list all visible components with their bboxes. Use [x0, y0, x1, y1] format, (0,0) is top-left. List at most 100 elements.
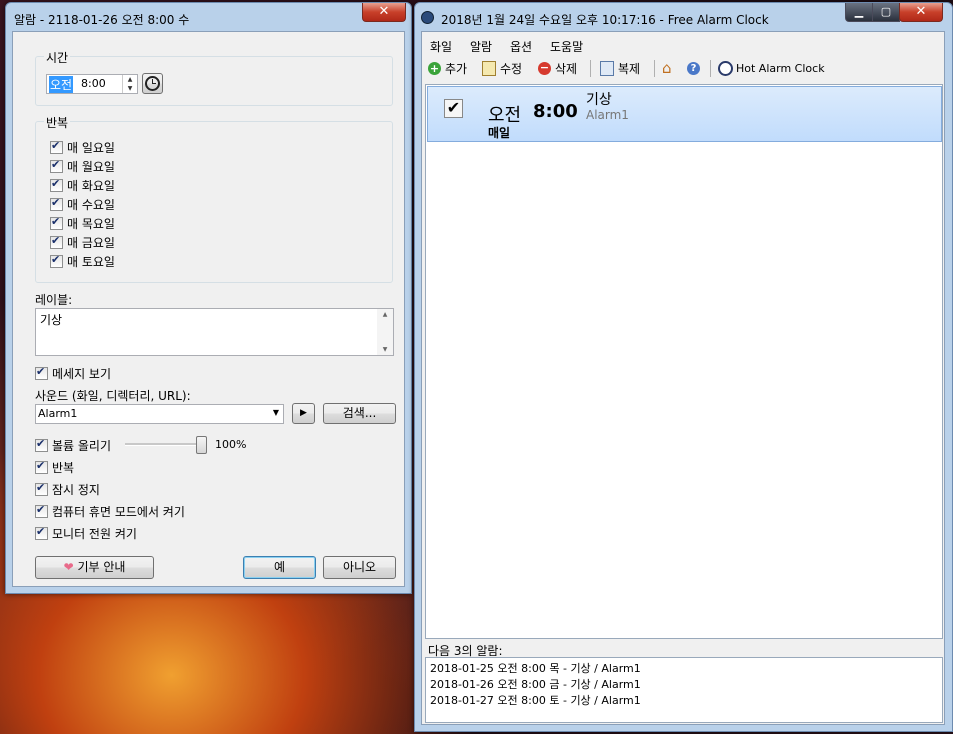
- alarm-enabled-check-icon[interactable]: ✔: [444, 99, 463, 118]
- monitor-on-checkbox[interactable]: 모니터 전원 켜기: [35, 525, 137, 542]
- scroll-up-icon[interactable]: ▲: [377, 311, 393, 318]
- sound-combobox[interactable]: Alarm1 ▼: [35, 404, 284, 424]
- sound-caption: 사운드 (화일, 디렉터리, URL):: [35, 389, 191, 403]
- edit-icon: [482, 60, 496, 76]
- label-textarea[interactable]: 기상 ▲ ▼: [35, 308, 394, 356]
- maximize-button[interactable]: ▢: [872, 3, 900, 22]
- checkbox-box[interactable]: [50, 253, 63, 268]
- time-spinner[interactable]: ▲ ▼: [122, 75, 137, 93]
- dropdown-arrow-icon[interactable]: ▼: [273, 408, 279, 417]
- menu-bar: 화일 알람 옵션 도움말: [422, 38, 944, 56]
- alarm-clock-icon: [718, 60, 733, 76]
- alarm-label: 기상: [586, 92, 612, 108]
- checkbox-box[interactable]: [50, 234, 63, 249]
- day-sunday-checkbox[interactable]: 매 일요일: [50, 139, 115, 156]
- next-alarms-list: 2018-01-25 오전 8:00 목 - 기상 / Alarm1 2018-…: [425, 657, 943, 723]
- checkbox-box[interactable]: [50, 215, 63, 230]
- sound-value[interactable]: Alarm1: [38, 407, 77, 420]
- copy-label: 복제: [618, 61, 641, 76]
- show-message-checkbox[interactable]: 메세지 보기: [35, 365, 111, 382]
- time-value[interactable]: 8:00: [81, 77, 106, 90]
- dialog-title: 알람 - 2118-01-26 오전 8:00 수: [14, 13, 190, 27]
- label-scrollbar[interactable]: ▲ ▼: [377, 309, 393, 355]
- menu-alarm[interactable]: 알람: [470, 38, 492, 55]
- day-label: 매 화요일: [67, 179, 115, 193]
- day-label: 매 수요일: [67, 198, 115, 212]
- hot-alarm-clock-button[interactable]: Hot Alarm Clock: [718, 58, 825, 78]
- ok-button[interactable]: 예: [243, 556, 316, 579]
- checkbox-box[interactable]: [35, 459, 48, 474]
- dialog-titlebar[interactable]: 알람 - 2118-01-26 오전 8:00 수 ✕: [6, 3, 411, 33]
- day-thursday-checkbox[interactable]: 매 목요일: [50, 215, 115, 232]
- main-titlebar[interactable]: 2018년 1월 24일 수요일 오후 10:17:16 - Free Alar…: [415, 3, 952, 33]
- day-label: 매 목요일: [67, 217, 115, 231]
- menu-options[interactable]: 옵션: [510, 38, 532, 55]
- main-client: 화일 알람 옵션 도움말 + 추가 수정 − 삭제 복제 ⌂ ? Hot Ala…: [421, 31, 945, 725]
- menu-help[interactable]: 도움말: [550, 38, 583, 55]
- main-close-button[interactable]: ✕: [899, 3, 943, 22]
- play-sound-button[interactable]: ▶: [292, 403, 315, 424]
- next-alarm-item: 2018-01-26 오전 8:00 금 - 기상 / Alarm1: [430, 678, 641, 691]
- main-title: 2018년 1월 24일 수요일 오후 10:17:16 - Free Alar…: [441, 13, 769, 27]
- delete-button[interactable]: − 삭제: [538, 58, 577, 78]
- spin-up-icon[interactable]: ▲: [123, 75, 137, 84]
- heart-icon: ❤: [63, 560, 74, 574]
- time-group-label: 시간: [44, 49, 71, 66]
- add-icon: +: [428, 61, 441, 75]
- slider-thumb[interactable]: [196, 436, 207, 454]
- cancel-button[interactable]: 아니오: [323, 556, 396, 579]
- minimize-button[interactable]: ▁: [845, 3, 873, 22]
- wake-computer-checkbox[interactable]: 컴퓨터 휴면 모드에서 켜기: [35, 503, 185, 520]
- snooze-checkbox[interactable]: 잠시 정지: [35, 481, 100, 498]
- volume-slider[interactable]: [125, 434, 207, 454]
- checkbox-box[interactable]: [50, 139, 63, 154]
- time-ampm[interactable]: 오전: [49, 76, 74, 93]
- help-icon: ?: [687, 61, 700, 75]
- volume-percent: 100%: [215, 438, 247, 451]
- repeat-checkbox[interactable]: 반복: [35, 459, 74, 476]
- scroll-down-icon[interactable]: ▼: [377, 346, 393, 353]
- day-monday-checkbox[interactable]: 매 월요일: [50, 158, 115, 175]
- edit-button[interactable]: 수정: [482, 58, 522, 78]
- checkbox-box[interactable]: [35, 437, 48, 452]
- snooze-label: 잠시 정지: [52, 483, 100, 497]
- monitor-on-label: 모니터 전원 켜기: [52, 527, 137, 541]
- day-friday-checkbox[interactable]: 매 금요일: [50, 234, 115, 251]
- home-button[interactable]: ⌂: [662, 58, 672, 78]
- donate-button[interactable]: ❤ 기부 안내: [35, 556, 154, 579]
- day-wednesday-checkbox[interactable]: 매 수요일: [50, 196, 115, 213]
- show-message-label: 메세지 보기: [52, 367, 112, 381]
- browse-button[interactable]: 검색...: [323, 403, 396, 424]
- clock-button[interactable]: [142, 73, 163, 94]
- slider-track: [125, 443, 207, 446]
- checkbox-box[interactable]: [35, 481, 48, 496]
- alarm-row[interactable]: ✔ 오전 8:00 매일 기상 Alarm1: [427, 86, 942, 142]
- checkbox-box[interactable]: [50, 158, 63, 173]
- day-tuesday-checkbox[interactable]: 매 화요일: [50, 177, 115, 194]
- delete-label: 삭제: [555, 61, 578, 76]
- delete-icon: −: [538, 60, 551, 75]
- time-picker[interactable]: 오전 8:00 ▲ ▼: [46, 74, 138, 94]
- volume-up-checkbox[interactable]: 볼륨 올리기: [35, 437, 111, 454]
- repeat-group-label: 반복: [44, 114, 71, 131]
- alarm-repeat: 매일: [488, 126, 511, 140]
- checkbox-box[interactable]: [35, 503, 48, 518]
- copy-button[interactable]: 복제: [600, 58, 640, 78]
- add-button[interactable]: + 추가: [428, 58, 467, 78]
- day-saturday-checkbox[interactable]: 매 토요일: [50, 253, 115, 270]
- checkbox-box[interactable]: [50, 177, 63, 192]
- help-button[interactable]: ?: [687, 58, 700, 78]
- checkbox-box[interactable]: [50, 196, 63, 211]
- clock-icon: [145, 76, 160, 91]
- hot-alarm-clock-label: Hot Alarm Clock: [736, 61, 825, 75]
- checkbox-box[interactable]: [35, 525, 48, 540]
- app-clock-icon: [421, 11, 434, 24]
- alarm-list[interactable]: ✔ 오전 8:00 매일 기상 Alarm1: [425, 84, 943, 639]
- spin-down-icon[interactable]: ▼: [123, 84, 137, 93]
- label-text[interactable]: 기상: [40, 311, 62, 328]
- day-label: 매 토요일: [67, 255, 115, 269]
- main-window: 2018년 1월 24일 수요일 오후 10:17:16 - Free Alar…: [414, 2, 953, 732]
- menu-file[interactable]: 화일: [430, 38, 452, 55]
- dialog-close-button[interactable]: ✕: [362, 3, 406, 22]
- checkbox-box[interactable]: [35, 365, 48, 380]
